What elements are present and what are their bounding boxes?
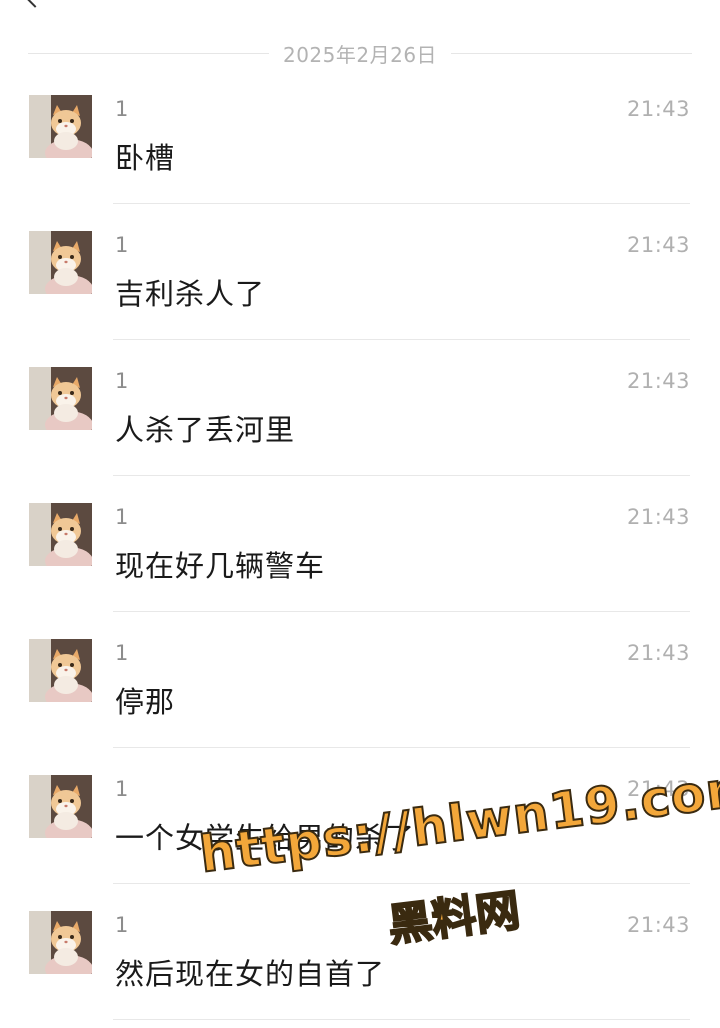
date-label: 2025年2月26日 (282, 42, 438, 67)
message-text: 一个女学生给男的杀了 (115, 821, 416, 855)
sender-name: 1 (115, 777, 129, 801)
sender-name: 1 (115, 505, 129, 529)
sender-name: 1 (115, 641, 129, 665)
sender-name: 1 (115, 369, 129, 393)
message-item[interactable]: 1 21:43 现在好几辆警车 (0, 476, 720, 612)
message-time: 21:43 (626, 641, 690, 665)
back-arrow-icon[interactable] (22, 0, 48, 8)
message-time: 21:43 (626, 97, 690, 121)
cat-avatar-icon[interactable] (29, 367, 92, 430)
message-text: 然后现在女的自首了 (115, 957, 386, 991)
message-time: 21:43 (626, 913, 690, 937)
cat-avatar-icon[interactable] (29, 775, 92, 838)
cat-avatar-icon[interactable] (29, 231, 92, 294)
message-text: 卧槽 (115, 141, 176, 175)
message-time: 21:43 (626, 505, 690, 529)
cat-avatar-icon[interactable] (29, 95, 92, 158)
sender-name: 1 (115, 913, 129, 937)
divider-line-right (451, 52, 693, 54)
message-list: 1 21:43 卧槽 1 21:43 吉利杀人了 1 21:43 人杀了丢河里 … (0, 68, 720, 1020)
message-item[interactable]: 1 21:43 然后现在女的自首了 (0, 884, 720, 1020)
message-time: 21:43 (626, 369, 690, 393)
divider-line-left (28, 52, 269, 54)
message-text: 停那 (115, 685, 176, 719)
message-item[interactable]: 1 21:43 停那 (0, 612, 720, 748)
message-time: 21:43 (626, 777, 690, 801)
message-text: 人杀了丢河里 (115, 413, 296, 447)
sender-name: 1 (115, 97, 129, 121)
message-item[interactable]: 1 21:43 卧槽 (0, 68, 720, 204)
message-separator (113, 1019, 690, 1020)
message-text: 现在好几辆警车 (115, 549, 326, 583)
cat-avatar-icon[interactable] (29, 639, 92, 702)
message-time: 21:43 (626, 233, 690, 257)
sender-name: 1 (115, 233, 129, 257)
date-divider: 2025年2月26日 (28, 36, 693, 70)
message-item[interactable]: 1 21:43 一个女学生给男的杀了 (0, 748, 720, 884)
message-text: 吉利杀人了 (115, 277, 266, 311)
cat-avatar-icon[interactable] (29, 503, 92, 566)
cat-avatar-icon[interactable] (29, 911, 92, 974)
message-item[interactable]: 1 21:43 吉利杀人了 (0, 204, 720, 340)
message-item[interactable]: 1 21:43 人杀了丢河里 (0, 340, 720, 476)
